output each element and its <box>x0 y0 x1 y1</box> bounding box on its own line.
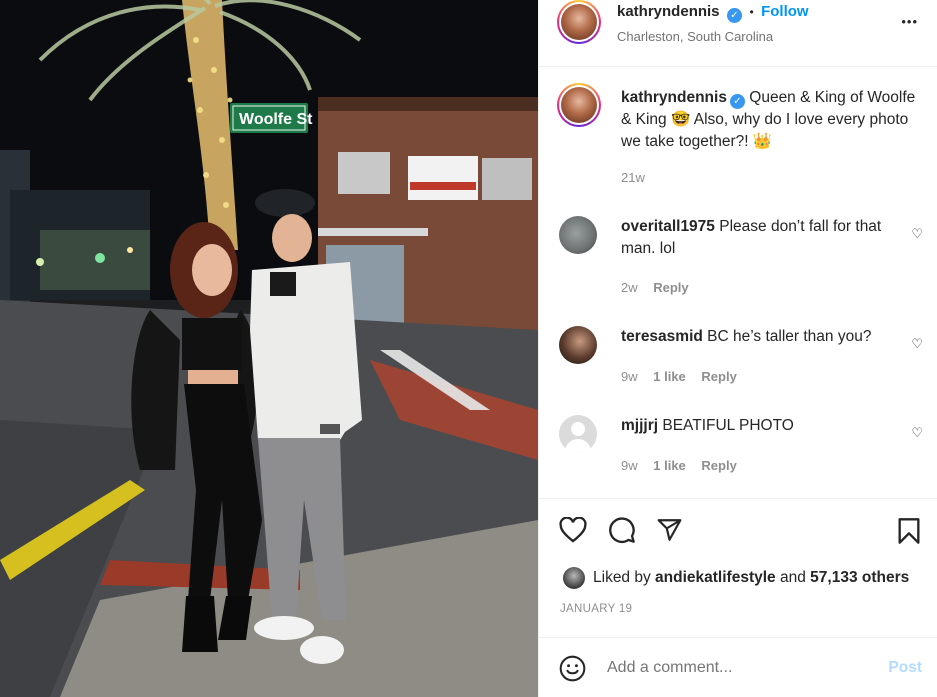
post-detail-panel: kathryndennis ✓ • Follow Charleston, Sou… <box>538 0 937 697</box>
caption-time[interactable]: 21w <box>621 170 645 185</box>
like-comment-heart-icon[interactable]: ♡ <box>911 336 923 352</box>
follow-button[interactable]: Follow <box>761 3 809 20</box>
reply-button[interactable]: Reply <box>701 458 736 473</box>
like-comment-heart-icon[interactable]: ♡ <box>911 226 923 242</box>
liked-by-and: and <box>779 569 806 586</box>
post-header: kathryndennis ✓ • Follow Charleston, Sou… <box>539 0 937 67</box>
comment-time[interactable]: 9w <box>621 458 638 473</box>
heart-icon[interactable] <box>559 517 587 543</box>
post-date[interactable]: JANUARY 19 <box>560 603 632 615</box>
comment-time[interactable]: 2w <box>621 280 638 295</box>
comment-icon[interactable] <box>608 516 636 544</box>
crown-emoji: 👑 <box>752 133 773 150</box>
post-actions: Liked by andiekatlifestyle and 57,133 ot… <box>539 498 937 638</box>
comment-body: BC he’s taller than you? <box>707 328 872 345</box>
street-sign-text: Woolfe St <box>239 111 313 128</box>
header-separator: • <box>749 5 754 19</box>
comment-time[interactable]: 9w <box>621 369 638 384</box>
caption-text: kathryndennis ✓ Queen & King of Woolfe & … <box>621 87 921 153</box>
comment-username[interactable]: teresasmid <box>621 328 703 345</box>
comment-meta: 9w 1 like Reply <box>621 369 737 384</box>
comment-username[interactable]: mjjjrj <box>621 417 658 434</box>
comment-likes[interactable]: 1 like <box>653 458 686 473</box>
likes-count[interactable]: 57,133 others <box>810 569 909 586</box>
likes-summary: Liked by andiekatlifestyle and 57,133 ot… <box>593 569 909 587</box>
nerd-emoji: 🤓 <box>670 111 691 128</box>
liker-username[interactable]: andiekatlifestyle <box>655 569 776 586</box>
comment-likes[interactable]: 1 like <box>653 369 686 384</box>
commenter-avatar[interactable] <box>559 326 597 364</box>
verified-badge-icon: ✓ <box>729 94 745 109</box>
verified-badge-icon: ✓ <box>726 8 742 23</box>
liker-avatar[interactable] <box>563 567 585 589</box>
more-options-icon[interactable]: ••• <box>901 14 918 29</box>
reply-button[interactable]: Reply <box>701 369 736 384</box>
reply-button[interactable]: Reply <box>653 280 688 295</box>
post-photo-illustration: Woolfe St <box>0 0 538 697</box>
comment-text: overitall1975 Please don’t fall for that… <box>621 216 891 260</box>
post-photo[interactable]: Woolfe St <box>0 0 538 697</box>
comment-username[interactable]: overitall1975 <box>621 218 715 235</box>
commenter-avatar[interactable] <box>559 216 597 254</box>
save-icon[interactable] <box>897 517 921 545</box>
comment-meta: 2w Reply <box>621 280 689 295</box>
header-user-line: kathryndennis ✓ • Follow <box>617 3 809 23</box>
comment-text: teresasmid BC he’s taller than you? <box>621 326 901 348</box>
add-comment-bar: Post <box>539 637 937 697</box>
author-username[interactable]: kathryndennis <box>617 3 720 20</box>
emoji-icon[interactable] <box>559 655 586 682</box>
comment-text: mjjjrj BEATIFUL PHOTO <box>621 415 901 437</box>
comment-body: BEATIFUL PHOTO <box>662 417 794 434</box>
commenter-avatar[interactable] <box>559 415 597 453</box>
caption-avatar[interactable] <box>557 83 601 127</box>
caption-username[interactable]: kathryndennis <box>621 89 727 106</box>
like-comment-heart-icon[interactable]: ♡ <box>911 425 923 441</box>
comment-input[interactable] <box>607 656 867 680</box>
author-avatar[interactable] <box>557 0 601 44</box>
post-location[interactable]: Charleston, South Carolina <box>617 29 773 44</box>
liked-by-prefix: Liked by <box>593 569 651 586</box>
comment-meta: 9w 1 like Reply <box>621 458 737 473</box>
post-comment-button[interactable]: Post <box>888 659 922 677</box>
share-icon[interactable] <box>656 517 683 543</box>
